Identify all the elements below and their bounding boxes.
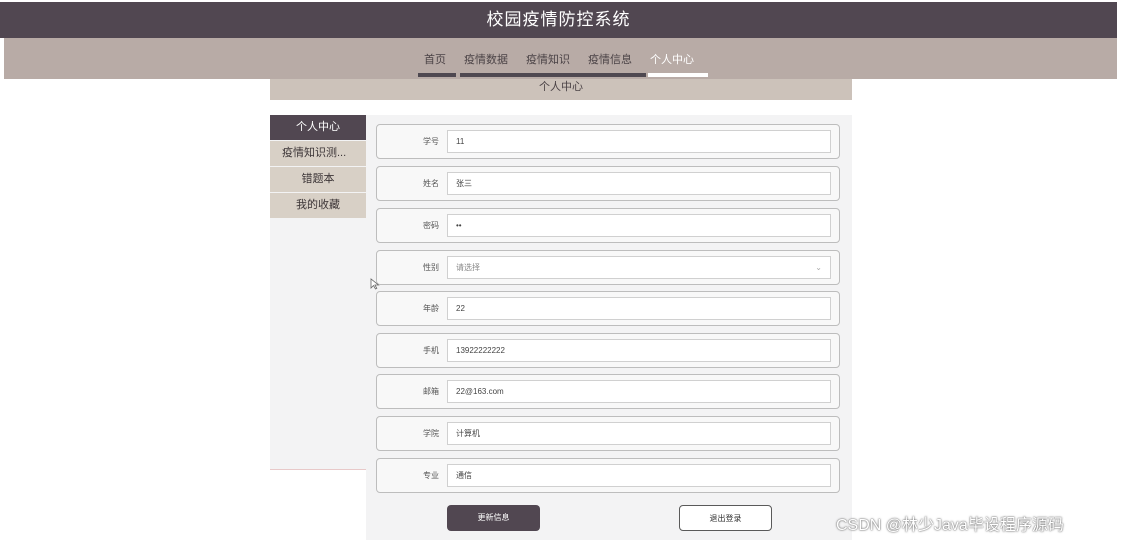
logout-button[interactable]: 退出登录: [679, 505, 772, 531]
sidebar-item-favorites[interactable]: 我的收藏: [270, 193, 366, 218]
name-label: 姓名: [423, 179, 439, 188]
nav-item-home[interactable]: 首页: [424, 51, 446, 67]
form-row-phone: 手机 13922222222: [376, 333, 840, 368]
chevron-down-icon: ⌄: [815, 263, 822, 272]
name-field[interactable]: 张三: [447, 172, 831, 195]
major-field[interactable]: 通信: [447, 464, 831, 487]
form-row-college: 学院 计算机: [376, 416, 840, 451]
sidebar-item-personal-center[interactable]: 个人中心: [270, 115, 366, 140]
app-title: 校园疫情防控系统: [0, 2, 1117, 38]
mouse-cursor-icon: [370, 278, 380, 290]
age-label: 年龄: [423, 304, 439, 313]
nav-accent-bar: [418, 73, 456, 77]
sidebar: 个人中心 疫情知识测... 错题本 我的收藏: [270, 115, 366, 470]
nav-active-indicator: [648, 73, 708, 77]
gender-label: 性别: [423, 263, 439, 272]
page-title: 个人中心: [270, 79, 852, 100]
form-row-name: 姓名 张三: [376, 166, 840, 201]
watermark-text: CSDN @林少Java毕设程序源码: [836, 517, 1064, 534]
form-row-age: 年龄 22: [376, 291, 840, 326]
gender-select-value: 请选择: [456, 263, 480, 272]
profile-form: 学号 11 姓名 张三 密码 •• 性别 请选择 ⌄ 年龄 22 手机 1392…: [366, 115, 852, 540]
college-label: 学院: [423, 429, 439, 438]
nav-item-epidemic-knowledge[interactable]: 疫情知识: [526, 51, 570, 67]
student-id-label: 学号: [423, 137, 439, 146]
form-row-student-id: 学号 11: [376, 124, 840, 159]
student-id-field[interactable]: 11: [447, 130, 831, 153]
update-info-button[interactable]: 更新信息: [447, 505, 540, 531]
nav-item-epidemic-data[interactable]: 疫情数据: [464, 51, 508, 67]
sidebar-item-knowledge-test[interactable]: 疫情知识测...: [270, 141, 366, 166]
major-label: 专业: [423, 471, 439, 480]
phone-label: 手机: [423, 346, 439, 355]
nav-accent-bar: [460, 73, 646, 77]
form-row-email: 邮箱 22@163.com: [376, 374, 840, 409]
email-field[interactable]: 22@163.com: [447, 380, 831, 403]
sidebar-item-wrong-questions[interactable]: 错题本: [270, 167, 366, 192]
phone-field[interactable]: 13922222222: [447, 339, 831, 362]
college-field[interactable]: 计算机: [447, 422, 831, 445]
nav-item-epidemic-info[interactable]: 疫情信息: [588, 51, 632, 67]
main-nav: 首页 疫情数据 疫情知识 疫情信息 个人中心: [4, 38, 1117, 79]
age-field[interactable]: 22: [447, 297, 831, 320]
form-row-gender: 性别 请选择 ⌄: [376, 250, 840, 285]
form-row-major: 专业 通信: [376, 458, 840, 493]
email-label: 邮箱: [423, 387, 439, 396]
form-row-password: 密码 ••: [376, 208, 840, 243]
gender-select[interactable]: 请选择 ⌄: [447, 256, 831, 279]
nav-item-personal-center[interactable]: 个人中心: [650, 51, 694, 67]
password-label: 密码: [423, 221, 439, 230]
password-field[interactable]: ••: [447, 214, 831, 237]
